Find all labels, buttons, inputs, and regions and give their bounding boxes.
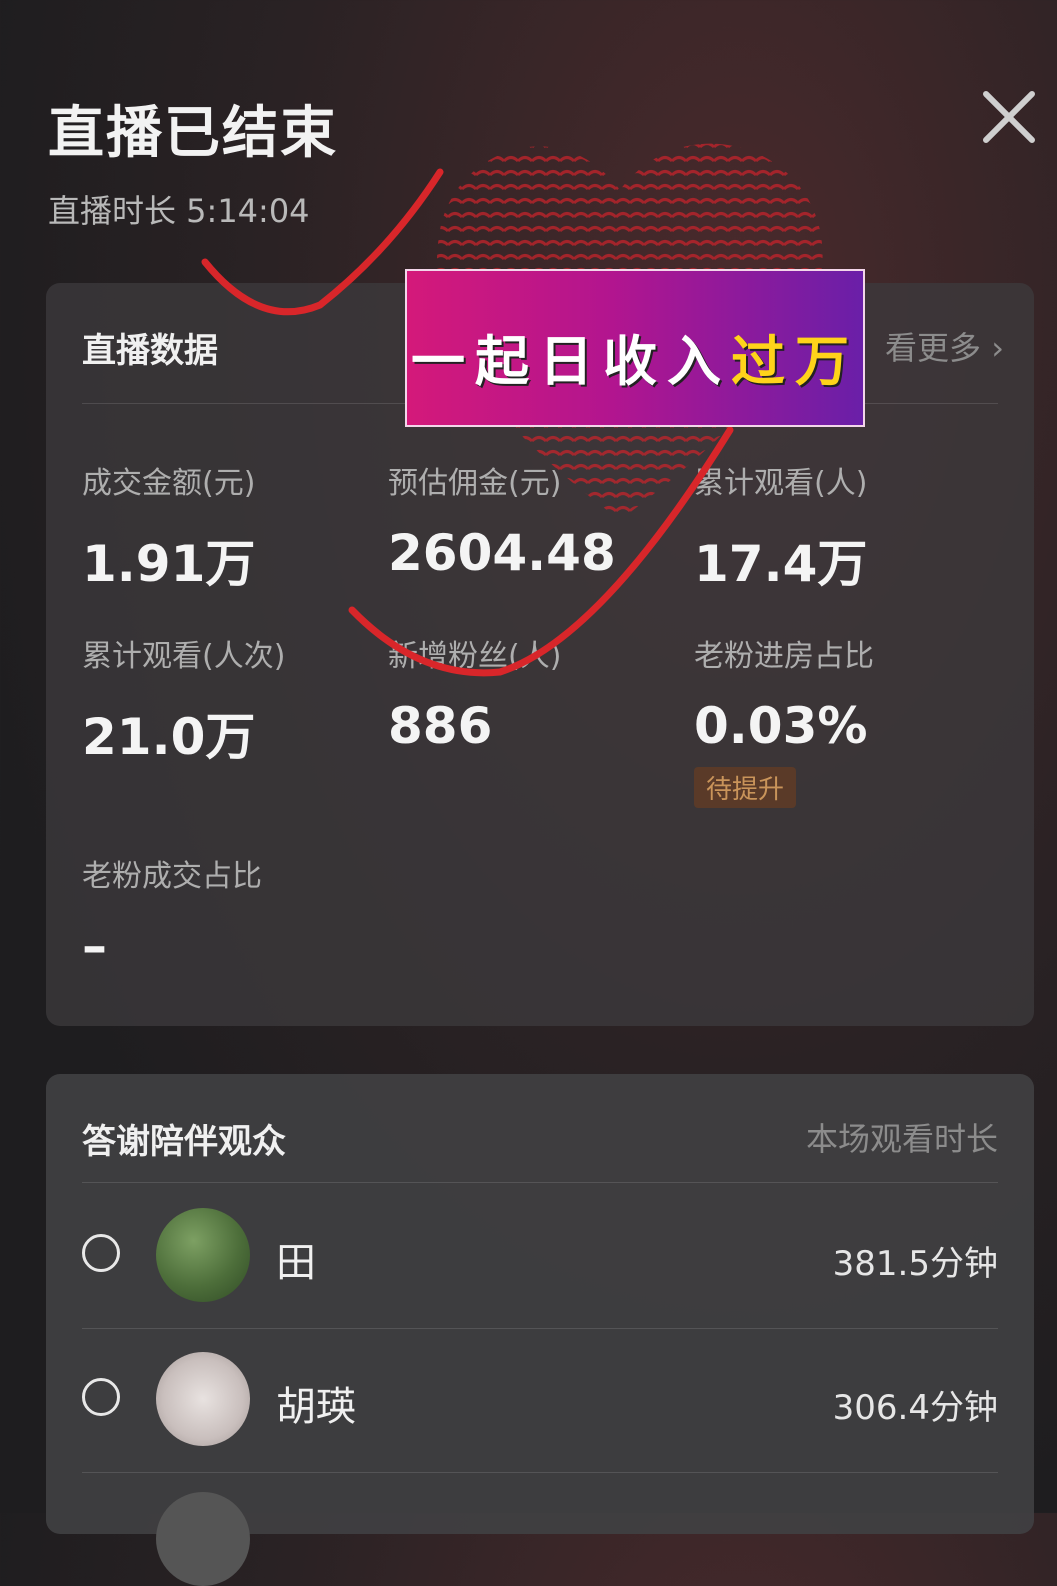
see-more-label: 看更多	[885, 329, 982, 367]
metric-old-fan-deal: 老粉成交占比 –	[82, 851, 382, 975]
metric-new-fans: 新增粉丝(人) 886	[388, 631, 688, 755]
metric-viewers: 累计观看(人) 17.4万	[694, 458, 994, 596]
select-radio[interactable]	[82, 1378, 120, 1416]
audience-heading: 答谢陪伴观众	[82, 1122, 286, 1162]
status-badge: 待提升	[694, 767, 797, 808]
avatar	[156, 1352, 250, 1446]
metric-commission: 预估佣金(元) 2604.48	[388, 458, 688, 582]
divider	[82, 1182, 998, 1183]
close-icon[interactable]	[978, 86, 1040, 148]
watch-time-column-label: 本场观看时长	[805, 1120, 998, 1158]
metric-gmv: 成交金额(元) 1.91万	[82, 458, 382, 596]
metric-old-fan-entry: 老粉进房占比 0.03% 待提升	[694, 631, 994, 808]
metric-views: 累计观看(人次) 21.0万	[82, 631, 382, 769]
viewer-duration: 306.4分钟	[832, 1388, 998, 1428]
viewer-duration: 381.5分钟	[832, 1244, 998, 1284]
avatar	[156, 1492, 250, 1586]
audience-card: 答谢陪伴观众 本场观看时长 田 381.5分钟 胡瑛 306.4分钟	[46, 1074, 1034, 1586]
live-data-heading: 直播数据	[82, 331, 218, 371]
live-duration: 直播时长 5:14:04	[48, 192, 310, 230]
metric-value: 21.0万	[82, 708, 256, 766]
see-more-link[interactable]: 看更多 ›	[885, 323, 1004, 369]
avatar	[156, 1208, 250, 1302]
promo-text-main: 一起日收入	[411, 329, 731, 393]
list-item[interactable]: 胡瑛 306.4分钟	[82, 1328, 998, 1472]
promo-text-highlight: 过万	[731, 329, 859, 393]
metric-value: 1.91万	[82, 535, 256, 593]
viewer-name: 田	[276, 1240, 316, 1286]
metric-value: –	[82, 917, 107, 975]
metric-label: 累计观看(人次)	[82, 639, 286, 674]
chevron-right-icon: ›	[991, 329, 1004, 367]
metric-value: 886	[388, 697, 493, 755]
viewer-name: 胡瑛	[276, 1384, 356, 1430]
divider	[82, 1472, 998, 1473]
metric-label: 预估佣金(元)	[388, 466, 562, 501]
page-title: 直播已结束	[48, 101, 338, 166]
metric-value: 0.03%	[694, 697, 868, 755]
metric-label: 新增粉丝(人)	[388, 639, 562, 674]
metric-label: 累计观看(人)	[694, 466, 868, 501]
promo-text: 一起日收入过万	[407, 317, 863, 396]
metric-label: 老粉进房占比	[694, 639, 874, 674]
metric-label: 成交金额(元)	[82, 466, 256, 501]
promo-banner: 一起日收入过万	[405, 269, 865, 427]
metric-value: 17.4万	[694, 535, 868, 593]
select-radio[interactable]	[82, 1234, 120, 1272]
metric-label: 老粉成交占比	[82, 859, 262, 894]
list-item[interactable]: 田 381.5分钟	[82, 1184, 998, 1328]
metric-value: 2604.48	[388, 524, 616, 582]
